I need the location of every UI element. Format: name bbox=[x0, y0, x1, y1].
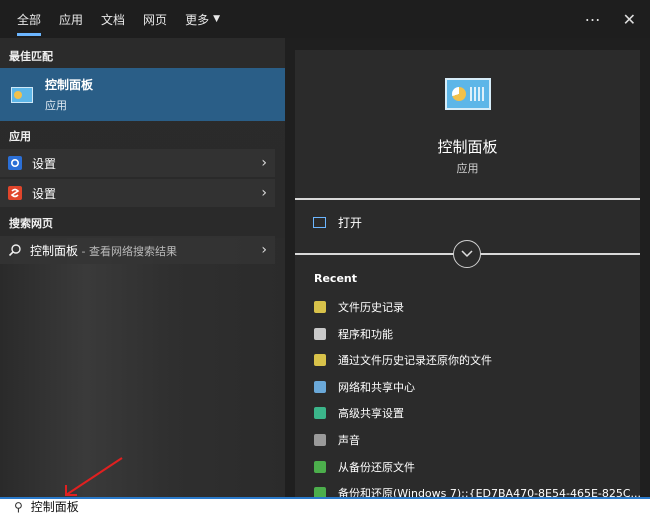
annotation-arrow-icon bbox=[65, 457, 123, 496]
window-controls: ⋯ ✕ bbox=[585, 0, 636, 38]
app-result-settings-2[interactable]: 设置 › bbox=[0, 179, 275, 207]
app-result-label: 设置 bbox=[32, 186, 57, 201]
chevron-right-icon[interactable]: › bbox=[261, 185, 267, 201]
recent-item-label: 网络和共享中心 bbox=[338, 381, 415, 394]
web-search-heading: 搜索网页 bbox=[9, 217, 53, 230]
web-search-result[interactable]: 控制面板 - 查看网络搜索结果 › bbox=[0, 236, 275, 264]
tab-label: 网页 bbox=[143, 12, 168, 27]
recent-item[interactable]: 高级共享设置 bbox=[314, 405, 404, 421]
control-panel-large-icon bbox=[445, 78, 491, 110]
tab-more[interactable]: 更多 ▼ bbox=[176, 0, 229, 38]
close-icon[interactable]: ✕ bbox=[623, 10, 636, 29]
open-label: 打开 bbox=[338, 216, 363, 230]
detail-panel: 控制面板 应用 打开 Recent 文件历史记录 程序和功能 通过文件历史记录还… bbox=[295, 50, 641, 500]
expand-chevron-button[interactable] bbox=[453, 240, 481, 268]
app-result-settings[interactable]: 设置 › bbox=[0, 149, 275, 177]
chevron-right-icon[interactable]: › bbox=[261, 155, 267, 171]
tab-label: 文档 bbox=[101, 12, 126, 27]
open-action[interactable]: 打开 bbox=[313, 214, 362, 231]
chevron-right-icon[interactable]: › bbox=[261, 242, 267, 258]
app-result-label: 设置 bbox=[32, 156, 57, 171]
network-sharing-icon bbox=[314, 381, 326, 393]
chevron-down-icon: ▼ bbox=[213, 14, 220, 24]
recent-item-label: 从备份还原文件 bbox=[338, 461, 415, 474]
search-icon bbox=[8, 243, 22, 257]
speaker-icon bbox=[314, 434, 326, 446]
backup-restore-icon bbox=[314, 461, 326, 473]
settings-app-icon bbox=[8, 186, 22, 200]
background-blur bbox=[0, 238, 285, 498]
web-result-suffix: - 查看网络搜索结果 bbox=[78, 244, 177, 258]
tab-all[interactable]: 全部 bbox=[8, 0, 50, 38]
apps-heading: 应用 bbox=[9, 130, 31, 143]
recent-item[interactable]: 从备份还原文件 bbox=[314, 459, 415, 475]
tab-apps[interactable]: 应用 bbox=[50, 0, 92, 38]
detail-subtitle: 应用 bbox=[456, 162, 479, 175]
chevron-down-icon bbox=[461, 250, 473, 258]
recent-item[interactable]: 文件历史记录 bbox=[314, 299, 404, 315]
best-match-heading: 最佳匹配 bbox=[9, 50, 53, 63]
tab-documents[interactable]: 文档 bbox=[92, 0, 134, 38]
tab-label: 应用 bbox=[59, 12, 84, 27]
recent-item[interactable]: 通过文件历史记录还原你的文件 bbox=[314, 352, 492, 368]
recent-item[interactable]: 网络和共享中心 bbox=[314, 379, 415, 395]
tab-label: 全部 bbox=[17, 12, 42, 27]
filter-tab-bar: 全部 应用 文档 网页 更多 ▼ ⋯ ✕ bbox=[0, 0, 650, 38]
best-match-type: 应用 bbox=[45, 99, 67, 112]
recent-item-label: 声音 bbox=[338, 434, 360, 447]
detail-title: 控制面板 bbox=[437, 138, 498, 156]
recent-item-label: 高级共享设置 bbox=[338, 407, 404, 420]
results-panel: 最佳匹配 控制面板 应用 应用 设置 › 设置 › 搜索网页 控制面板 - 查看… bbox=[0, 38, 285, 498]
advanced-sharing-icon bbox=[314, 407, 326, 419]
recent-heading: Recent bbox=[314, 272, 358, 285]
divider bbox=[295, 198, 640, 200]
recent-item[interactable]: 程序和功能 bbox=[314, 326, 393, 342]
gear-icon bbox=[8, 156, 22, 170]
search-icon: ⚲ bbox=[14, 499, 23, 514]
web-result-text: 控制面板 - 查看网络搜索结果 bbox=[30, 242, 177, 259]
best-match-result[interactable]: 控制面板 应用 bbox=[0, 68, 285, 121]
control-panel-icon bbox=[11, 86, 33, 103]
file-history-icon bbox=[314, 301, 326, 313]
programs-features-icon bbox=[314, 328, 326, 340]
recent-item-label: 文件历史记录 bbox=[338, 301, 404, 314]
web-result-query: 控制面板 bbox=[30, 243, 79, 258]
recent-item-label: 程序和功能 bbox=[338, 328, 393, 341]
search-input[interactable]: 控制面板 bbox=[31, 498, 79, 514]
open-icon bbox=[313, 217, 326, 228]
best-match-name: 控制面板 bbox=[45, 78, 94, 92]
file-history-restore-icon bbox=[314, 354, 326, 366]
more-options-icon[interactable]: ⋯ bbox=[585, 10, 601, 29]
recent-item-label: 通过文件历史记录还原你的文件 bbox=[338, 354, 492, 367]
search-bar[interactable]: ⚲ 控制面板 bbox=[0, 497, 650, 514]
recent-item[interactable]: 声音 bbox=[314, 432, 360, 448]
tab-label: 更多 bbox=[185, 12, 210, 27]
tab-web[interactable]: 网页 bbox=[134, 0, 176, 38]
